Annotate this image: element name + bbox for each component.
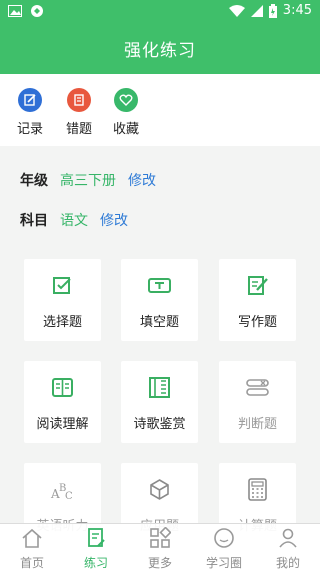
tab-study-circle[interactable]: 学习圈 [192,527,256,569]
shortcut-record[interactable]: 记录 [8,88,52,137]
subject-value: 语文 [60,213,88,229]
person-icon [279,528,297,548]
clock: 3:45 [282,3,312,18]
exercise-fill[interactable]: 填空题 [121,259,198,341]
battery-icon [268,3,277,18]
tab-mine-label: 我的 [275,556,300,569]
grid-more-icon [150,526,172,548]
page-title: 强化练习 [124,41,196,61]
sync-notification-icon [31,5,43,17]
tab-mine[interactable]: 我的 [256,527,320,569]
tab-more-label: 更多 [147,556,172,569]
bottom-tab-bar: 首页 练习 更多 学习圈 我的 [0,523,320,569]
home-icon [22,528,42,548]
fill-blank-icon [148,278,171,293]
true-false-icon [246,379,269,396]
subject-edit-link[interactable]: 修改 [100,210,128,230]
subject-row: 科目 语文 修改 [20,210,128,230]
scroll-poem-icon [149,377,170,398]
grade-value: 高三下册 [60,173,116,189]
abc-letters-icon: A B C [50,483,73,502]
svg-text:C: C [65,491,73,502]
subject-label: 科目 [20,213,48,229]
shortcut-bar: 记录 错题 收藏 [0,74,320,146]
cube-icon [150,479,169,500]
shortcut-favorite[interactable]: 收藏 [104,88,148,137]
shortcut-wrong-label: 错题 [65,122,92,137]
exercise-writing-label: 写作题 [237,315,277,330]
practice-icon [88,528,105,547]
wrong-answers-icon [67,88,91,112]
exercise-judge[interactable]: 判断题 [219,361,296,443]
tab-practice[interactable]: 练习 [64,527,128,569]
signal-icon [250,4,263,17]
shortcut-favorite-label: 收藏 [112,122,139,137]
chat-circle-icon [214,528,234,548]
tab-home[interactable]: 首页 [0,527,64,569]
filter-settings: 年级 高三下册 修改 科目 语文 修改 [0,150,320,244]
exercise-writing[interactable]: 写作题 [219,259,296,341]
exercise-reading[interactable]: 阅读理解 [24,361,101,443]
write-pencil-icon [248,276,268,295]
exercise-choice-label: 选择题 [42,315,82,330]
image-notification-icon [8,5,22,17]
exercise-reading-label: 阅读理解 [36,417,89,432]
exercise-poetry-label: 诗歌鉴赏 [133,417,186,432]
tab-more[interactable]: 更多 [128,526,192,569]
app-header: 3:45 强化练习 [0,0,320,74]
calculator-icon [248,478,267,501]
shortcut-record-label: 记录 [16,122,43,137]
checkbox-icon [53,277,71,294]
status-bar: 3:45 [0,0,320,24]
grade-label: 年级 [20,173,48,189]
shortcut-wrong[interactable]: 错题 [57,88,101,137]
tab-home-label: 首页 [19,556,44,569]
grade-row: 年级 高三下册 修改 [20,170,156,190]
exercise-judge-label: 判断题 [237,417,277,432]
tab-practice-label: 练习 [83,556,108,569]
open-book-icon [52,378,73,397]
tab-study-circle-label: 学习圈 [205,556,242,569]
grade-edit-link[interactable]: 修改 [128,170,156,190]
heart-favorite-icon [114,88,138,112]
exercise-choice[interactable]: 选择题 [24,259,101,341]
exercise-fill-label: 填空题 [139,315,179,330]
wifi-icon [228,4,245,17]
edit-record-icon [18,88,42,112]
exercise-poetry[interactable]: 诗歌鉴赏 [121,361,198,443]
